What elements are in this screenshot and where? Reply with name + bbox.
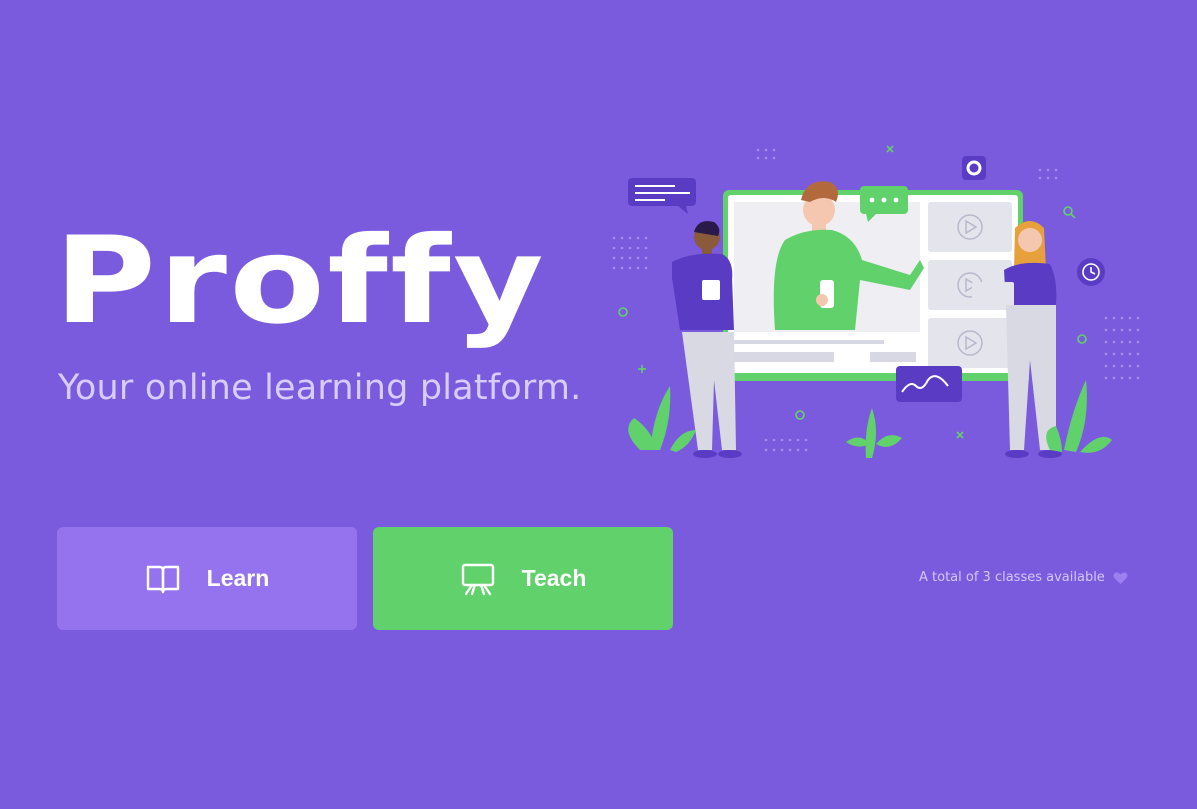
heart-icon (1113, 571, 1128, 584)
teach-button-label: Teach (521, 565, 587, 591)
total-classes: A total of 3 classes available (919, 570, 1128, 585)
total-classes-text: A total of 3 classes available (919, 570, 1105, 585)
learn-button[interactable]: Learn (57, 527, 357, 630)
brand-tagline: Your online learning platform. (58, 368, 582, 408)
landing-page: Proffy Your online learning platform. Le… (0, 0, 1197, 809)
presentation-icon (461, 563, 494, 595)
teach-button[interactable]: Teach (373, 527, 673, 630)
brand-logo: Proffy (54, 212, 547, 351)
book-icon (146, 565, 179, 593)
hero-illustration (612, 145, 1140, 458)
learn-button-label: Learn (206, 565, 270, 591)
